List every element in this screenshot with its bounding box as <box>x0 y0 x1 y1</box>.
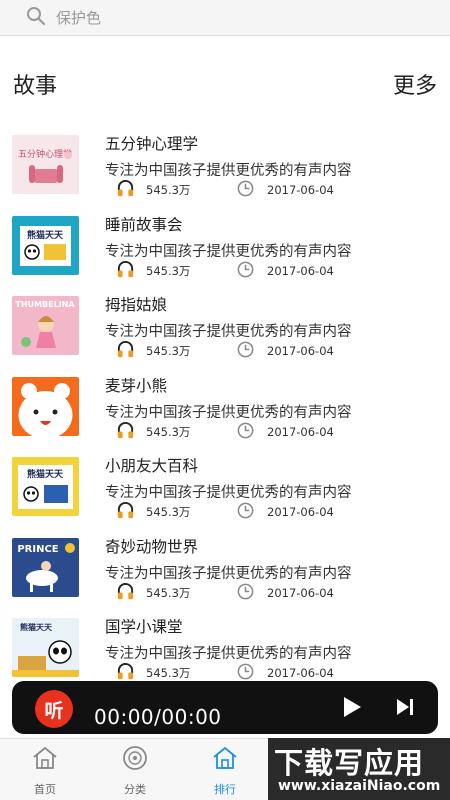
list-item[interactable]: 麦芽小熊 专注为中国孩子提供更优秀的有声内容 545.3万 2017-06-04 <box>0 372 450 453</box>
headphones-icon <box>116 501 135 523</box>
play-count: 545.3万 <box>146 424 191 439</box>
watermark: 下载写应用 www.xiazaiNiao.com <box>268 738 450 800</box>
tab-category[interactable]: 分类 <box>90 739 180 800</box>
story-list: 五分钟心理学 五分钟心理学 专注为中国孩子提供更优秀的有声内容 545.3万 2… <box>0 130 450 694</box>
cover-image: 五分钟心理学 <box>12 135 79 194</box>
next-button[interactable] <box>393 695 417 719</box>
cover-image: 熊猫天天 <box>12 215 79 275</box>
item-meta: 545.3万 2017-06-04 <box>116 501 334 523</box>
headphones-icon <box>116 340 135 362</box>
tab-label: 排行 <box>214 783 236 796</box>
cover-image: 熊猫天天 <box>12 457 79 516</box>
more-link[interactable]: 更多 <box>393 68 437 100</box>
item-desc: 专注为中国孩子提供更优秀的有声内容 <box>105 485 352 501</box>
player-time: 00:00/00:00 <box>94 705 222 729</box>
item-desc: 专注为中国孩子提供更优秀的有声内容 <box>105 243 352 260</box>
item-meta: 545.3万 2017-06-04 <box>116 662 334 683</box>
item-meta: 545.3万 2017-06-04 <box>116 582 334 604</box>
item-title: 麦芽小熊 <box>105 376 168 395</box>
home-icon <box>31 745 59 775</box>
tab-label: 分类 <box>124 783 146 796</box>
headphones-icon <box>116 582 135 604</box>
skip-next-icon <box>397 699 413 715</box>
search-icon <box>26 6 46 30</box>
play-button[interactable] <box>340 695 364 719</box>
clock-icon <box>236 582 255 604</box>
disc-icon <box>121 745 149 775</box>
svg-text:熊猫天天: 熊猫天天 <box>27 229 64 241</box>
play-count: 545.3万 <box>146 263 191 278</box>
item-desc: 专注为中国孩子提供更优秀的有声内容 <box>105 646 352 662</box>
item-desc: 专注为中国孩子提供更优秀的有声内容 <box>105 404 352 421</box>
item-meta: 545.3万 2017-06-04 <box>116 179 334 201</box>
svg-text:熊猫天天: 熊猫天天 <box>27 468 64 480</box>
cover-image: 熊猫天天 <box>12 618 79 677</box>
item-date: 2017-06-04 <box>267 666 334 680</box>
svg-text:五分钟心理学: 五分钟心理学 <box>18 148 72 160</box>
play-count: 545.3万 <box>146 666 191 680</box>
cover-image <box>12 376 79 436</box>
tab-ranking[interactable]: 排行 <box>180 739 270 800</box>
item-meta: 545.3万 2017-06-04 <box>116 260 334 282</box>
cover-image: PRINCE <box>12 537 79 597</box>
item-meta: 545.3万 2017-06-04 <box>116 340 334 362</box>
item-date: 2017-06-04 <box>267 505 334 519</box>
svg-text:PRINCE: PRINCE <box>17 544 58 555</box>
search-placeholder: 保护色 <box>56 9 102 27</box>
item-desc: 专注为中国孩子提供更优秀的有声内容 <box>105 565 352 582</box>
play-count: 545.3万 <box>146 183 191 197</box>
headphones-icon <box>116 421 135 443</box>
svg-text:熊猫天天: 熊猫天天 <box>20 622 53 632</box>
item-title: 五分钟心理学 <box>105 135 199 153</box>
item-date: 2017-06-04 <box>267 263 334 278</box>
player-logo: 听 <box>35 690 73 728</box>
list-item[interactable]: PRINCE 奇妙动物世界 专注为中国孩子提供更优秀的有声内容 545.3万 2… <box>0 533 450 614</box>
headphones-icon <box>116 260 135 282</box>
item-meta: 545.3万 2017-06-04 <box>116 421 334 443</box>
play-count: 545.3万 <box>146 344 191 358</box>
play-count: 545.3万 <box>146 585 191 600</box>
play-count: 545.3万 <box>146 505 191 519</box>
section-header: 故事 更多 <box>0 64 450 104</box>
headphones-icon <box>116 179 135 201</box>
svg-text:THUMBELINA: THUMBELINA <box>15 300 75 309</box>
item-date: 2017-06-04 <box>267 424 334 439</box>
watermark-text: 下载写应用 <box>274 746 425 780</box>
item-date: 2017-06-04 <box>267 183 334 197</box>
list-item[interactable]: 熊猫天天 小朋友大百科 专注为中国孩子提供更优秀的有声内容 545.3万 201… <box>0 452 450 533</box>
item-title: 拇指姑娘 <box>105 296 168 314</box>
list-item[interactable]: 五分钟心理学 五分钟心理学 专注为中国孩子提供更优秀的有声内容 545.3万 2… <box>0 130 450 211</box>
clock-icon <box>236 421 255 443</box>
section-title: 故事 <box>13 74 58 99</box>
tab-home[interactable]: 首页 <box>0 739 90 800</box>
watermark-url: www.xiazaiNiao.com <box>278 778 441 794</box>
home-icon <box>211 745 239 775</box>
clock-icon <box>236 179 255 201</box>
item-title: 奇妙动物世界 <box>105 537 199 556</box>
clock-icon <box>236 340 255 362</box>
item-title: 国学小课堂 <box>105 618 183 636</box>
list-item[interactable]: THUMBELINA 拇指姑娘 专注为中国孩子提供更优秀的有声内容 545.3万… <box>0 291 450 372</box>
mini-player[interactable]: 听 00:00/00:00 <box>12 681 438 734</box>
tab-label: 首页 <box>34 783 56 796</box>
item-desc: 专注为中国孩子提供更优秀的有声内容 <box>105 163 352 179</box>
clock-icon <box>236 260 255 282</box>
play-icon <box>344 697 361 717</box>
item-date: 2017-06-04 <box>267 344 334 358</box>
item-date: 2017-06-04 <box>267 585 334 600</box>
list-item[interactable]: 熊猫天天 睡前故事会 专注为中国孩子提供更优秀的有声内容 545.3万 2017… <box>0 211 450 292</box>
search-bar[interactable]: 保护色 <box>0 0 450 36</box>
cover-image: THUMBELINA <box>12 296 79 355</box>
item-title: 睡前故事会 <box>105 215 183 234</box>
clock-icon <box>236 501 255 523</box>
item-desc: 专注为中国孩子提供更优秀的有声内容 <box>105 324 352 340</box>
item-title: 小朋友大百科 <box>105 457 199 475</box>
